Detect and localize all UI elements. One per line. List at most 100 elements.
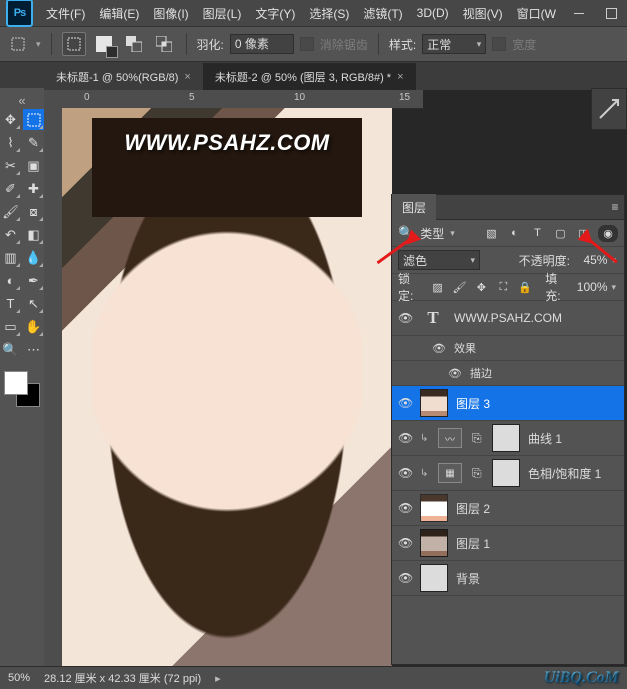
layers-tab[interactable]: 图层 [392,194,436,221]
gradient-tool-icon[interactable]: ▥ [0,247,21,268]
panel-menu-icon[interactable]: ≡ [606,200,624,214]
blur-tool-icon[interactable]: 💧 [23,247,44,268]
lock-pixels-icon[interactable]: 🖌 [452,279,468,296]
document-tab-2[interactable]: 未标题-2 @ 50% (图层 3, RGB/8#) *× [203,63,416,90]
toolbox-collapse-icon[interactable]: « [2,93,42,107]
menu-type[interactable]: 文字(Y) [248,1,302,26]
window-minimize[interactable] [563,2,595,24]
layer-huesat[interactable]: 👁 ↳ ▦ ⎘ 色相/饱和度 1 [392,456,624,491]
hand-tool-icon[interactable]: ✋ [23,316,44,337]
layer-background[interactable]: 👁 背景 [392,561,624,596]
healing-tool-icon[interactable]: ✚ [23,178,44,199]
ruler-horizontal[interactable]: 0 5 10 15 [44,90,423,109]
width-label: 宽度 [512,36,536,53]
lock-all-icon[interactable]: 🔒 [517,279,533,296]
status-bar: 50% 28.12 厘米 x 42.33 厘米 (72 ppi) ▸ UiBQ.… [0,666,627,689]
menu-window[interactable]: 窗口(W [510,1,563,26]
visibility-icon[interactable]: 👁 [398,466,412,480]
layer-1[interactable]: 👁 图层 1 [392,526,624,561]
menu-filter[interactable]: 滤镜(T) [356,1,409,26]
visibility-icon[interactable]: 👁 [398,311,412,325]
zoom-tool-icon[interactable]: 🔍 [0,339,21,360]
menu-3d[interactable]: 3D(D) [410,2,456,24]
close-icon[interactable]: × [184,71,190,83]
layer-effects-row[interactable]: 👁 效果 [392,336,624,361]
opacity-input[interactable]: 45% [576,252,618,268]
document-tab-1[interactable]: 未标题-1 @ 50%(RGB/8)× [44,63,203,90]
foreground-swatch[interactable] [4,371,28,395]
menu-view[interactable]: 视图(V) [456,1,510,26]
chevron-down-icon[interactable]: ▾ [450,228,455,239]
link-icon[interactable]: ⎘ [472,466,484,481]
quickselect-tool-icon[interactable]: ✎ [23,132,44,153]
window-maximize[interactable] [595,2,627,24]
visibility-icon[interactable]: 👁 [398,571,412,585]
subtract-selection-icon[interactable] [122,32,146,56]
new-selection-icon[interactable] [62,32,86,56]
visibility-icon[interactable]: 👁 [398,396,412,410]
lock-position-icon[interactable]: ✥ [473,279,489,296]
menu-select[interactable]: 选择(S) [302,1,356,26]
color-swatches[interactable] [4,371,40,407]
visibility-icon[interactable]: 👁 [432,342,446,355]
visibility-icon[interactable]: 👁 [448,367,462,380]
canvas[interactable]: WWW.PSAHZ.COM [62,108,392,669]
layer-curves[interactable]: 👁 ↳ 〰 ⎘ 曲线 1 [392,421,624,456]
pen-tool-icon[interactable]: ✒ [23,270,44,291]
layer-label: 图层 1 [456,535,490,552]
filter-type-icon[interactable]: T [529,225,546,242]
layer-thumb [420,494,448,522]
collapsed-panel[interactable] [591,88,627,130]
dodge-tool-icon[interactable]: ◐ [0,270,21,291]
path-tool-icon[interactable]: ↖ [23,293,44,314]
layer-3[interactable]: 👁 图层 3 [392,386,624,421]
feather-input[interactable]: 0 像素 [230,34,294,54]
lock-artboard-icon[interactable]: ⛶ [495,279,511,296]
lasso-tool-icon[interactable]: ⌇ [0,132,21,153]
intersect-selection-icon[interactable] [152,32,176,56]
zoom-level[interactable]: 50% [8,672,30,684]
filter-adjust-icon[interactable]: ◐ [506,225,523,242]
visibility-icon[interactable]: 👁 [398,501,412,515]
add-to-selection-icon[interactable] [92,32,116,56]
menu-file[interactable]: 文件(F) [39,1,92,26]
filter-label: 类型 [420,225,444,242]
filter-shape-icon[interactable]: ▢ [552,225,569,242]
history-tool-icon[interactable]: ↶ [0,224,21,245]
filter-smart-icon[interactable]: ◫ [575,225,592,242]
visibility-icon[interactable]: 👁 [398,536,412,550]
stamp-tool-icon[interactable]: ⧇ [23,201,44,222]
type-tool-icon[interactable]: T [0,293,21,314]
lock-transparent-icon[interactable]: ▨ [430,279,446,296]
filter-pixel-icon[interactable]: ▧ [483,225,500,242]
layer-stroke-row[interactable]: 👁 描边 [392,361,624,386]
blend-mode-select[interactable]: 滤色 [398,250,480,270]
eyedropper-tool-icon[interactable]: ✐ [0,178,21,199]
menu-image[interactable]: 图像(I) [146,1,195,26]
navigator-icon [598,98,620,120]
menu-layer[interactable]: 图层(L) [196,1,249,26]
brush-tool-icon[interactable]: 🖌 [0,201,21,222]
menu-edit[interactable]: 编辑(E) [92,1,146,26]
effects-label: 效果 [454,340,476,356]
search-icon[interactable]: 🔍 [398,225,414,241]
marquee-tool-icon[interactable] [23,109,44,130]
style-select[interactable]: 正常 [422,34,486,54]
edit-toolbar-icon[interactable]: ⋯ [23,339,44,360]
fill-input[interactable]: 100% [577,279,618,295]
close-icon[interactable]: × [397,71,403,83]
layer-2[interactable]: 👁 图层 2 [392,491,624,526]
shape-tool-icon[interactable]: ▭ [0,316,21,337]
eraser-tool-icon[interactable]: ◧ [23,224,44,245]
frame-tool-icon[interactable]: ▣ [23,155,44,176]
move-tool-icon[interactable]: ✥ [0,109,21,130]
layer-text[interactable]: 👁 T WWW.PSAHZ.COM [392,301,624,336]
visibility-icon[interactable]: 👁 [398,431,412,445]
crop-tool-icon[interactable]: ✂ [0,155,21,176]
layer-label: 色相/饱和度 1 [528,465,601,482]
link-icon[interactable]: ⎘ [472,431,484,446]
filter-toggle[interactable]: ◉ [598,225,618,242]
tool-preset-icon[interactable] [6,32,30,56]
ruler-vertical[interactable] [44,108,63,669]
chevron-right-icon[interactable]: ▸ [215,672,221,685]
